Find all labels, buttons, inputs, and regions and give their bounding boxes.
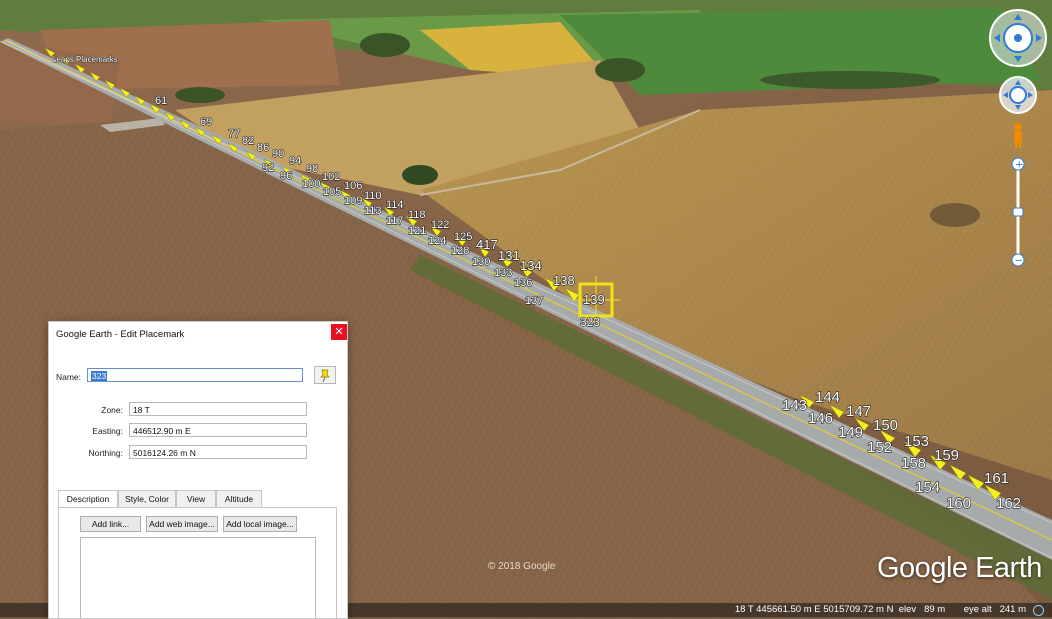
marker-label: 150	[873, 417, 898, 434]
tab-view[interactable]: View	[176, 490, 216, 507]
marker-label: 147	[846, 403, 871, 420]
zoom-out-icon: −	[1015, 256, 1023, 267]
marker-label: 131	[498, 248, 520, 263]
marker-label: 77	[228, 128, 240, 140]
marker-label: 124	[428, 235, 446, 247]
marker-label: 110	[364, 190, 382, 202]
google-earth-logo: Google Earth	[877, 552, 1042, 584]
name-input[interactable]: 323	[87, 368, 303, 382]
marker-label: 105	[323, 186, 341, 198]
name-input-value: 323	[91, 371, 108, 381]
selected-marker-label: 139	[583, 292, 605, 307]
marker-label: 128	[451, 245, 469, 257]
marker-label: 125	[454, 231, 472, 243]
tab-style-color[interactable]: Style, Color	[118, 490, 176, 507]
zoom-thumb[interactable]	[1012, 207, 1024, 217]
marker-label: 154	[915, 479, 940, 496]
marker-label: 160	[946, 495, 971, 512]
edit-placemark-dialog: Google Earth - Edit Placemark ✕ Name: 32…	[48, 321, 348, 619]
zoom-in-icon: +	[1015, 160, 1023, 171]
marker-label: 102	[322, 171, 340, 183]
tab-description[interactable]: Description	[58, 490, 118, 508]
marker-label: 130	[472, 256, 490, 268]
copyright-text: © 2018 Google	[488, 561, 556, 572]
marker-label: 149	[838, 424, 863, 441]
marker-label: 138	[553, 273, 575, 288]
add-local-image-button[interactable]: Add local image...	[223, 516, 297, 532]
marker-label: 82	[242, 135, 254, 147]
marker-label: 118	[408, 209, 426, 221]
marker-label: 69	[200, 116, 212, 128]
add-link-button[interactable]: Add link...	[80, 516, 141, 532]
northing-field[interactable]: 5016124.26 m N	[129, 445, 307, 459]
dialog-title-bar[interactable]: Google Earth - Edit Placemark ✕	[49, 322, 347, 346]
marker-label: 159	[934, 447, 959, 464]
marker-label: 152	[867, 439, 892, 456]
marker-label: 94	[289, 155, 301, 167]
marker-label: 158	[901, 455, 926, 472]
marker-label: 133	[494, 267, 512, 279]
marker-label: 122	[431, 219, 449, 231]
easting-label: Easting:	[92, 426, 123, 436]
marker-label: 134	[520, 258, 542, 273]
marker-label: 92	[262, 162, 274, 174]
marker-label: 161	[984, 470, 1009, 487]
placemark-icon-button[interactable]	[314, 366, 336, 384]
marker-label: 98	[306, 163, 318, 175]
description-textarea[interactable]	[80, 537, 316, 618]
selected-marker-label-below: 323	[580, 315, 600, 329]
easting-field[interactable]: 446512.90 m E	[129, 423, 307, 437]
name-label: Name:	[55, 372, 81, 382]
marker-label: 114	[386, 199, 404, 211]
marker-label: 143	[782, 397, 807, 414]
look-around-icon[interactable]	[989, 9, 1047, 67]
marker-label: 136	[514, 277, 532, 289]
marker-label: 106	[344, 180, 362, 192]
pushpin-icon	[320, 369, 330, 383]
close-button[interactable]: ✕	[331, 324, 347, 340]
marker-label: 146	[808, 410, 833, 427]
marker-label: 121	[408, 225, 426, 237]
northing-label: Northing:	[88, 448, 124, 458]
zone-label: Zone:	[101, 405, 123, 415]
marker-label: 117	[386, 215, 404, 227]
loading-status-icon	[1033, 605, 1044, 616]
zone-field[interactable]: 18 T	[129, 402, 307, 416]
marker-label: 100	[302, 178, 320, 190]
placemark-label-top: Leaps Placemarks	[52, 55, 118, 64]
move-joystick-icon[interactable]	[999, 76, 1037, 114]
add-web-image-button[interactable]: Add web image...	[146, 516, 218, 532]
marker-label: 96	[280, 170, 292, 182]
marker-label: 137	[525, 295, 543, 307]
marker-label: 90	[272, 148, 284, 160]
status-coordinates: 18 T 445661.50 m E 5015709.72 m N elev 8…	[734, 604, 1026, 615]
marker-label: 113	[364, 205, 382, 217]
marker-label: 109	[344, 195, 362, 207]
marker-label: 86	[257, 142, 269, 154]
marker-label: 162	[996, 495, 1021, 512]
marker-label: 417	[476, 237, 498, 252]
tab-altitude[interactable]: Altitude	[216, 490, 262, 507]
dialog-title: Google Earth - Edit Placemark	[56, 329, 185, 340]
marker-label: 153	[904, 433, 929, 450]
marker-label: 61	[155, 95, 167, 107]
marker-label: 144	[815, 389, 840, 406]
